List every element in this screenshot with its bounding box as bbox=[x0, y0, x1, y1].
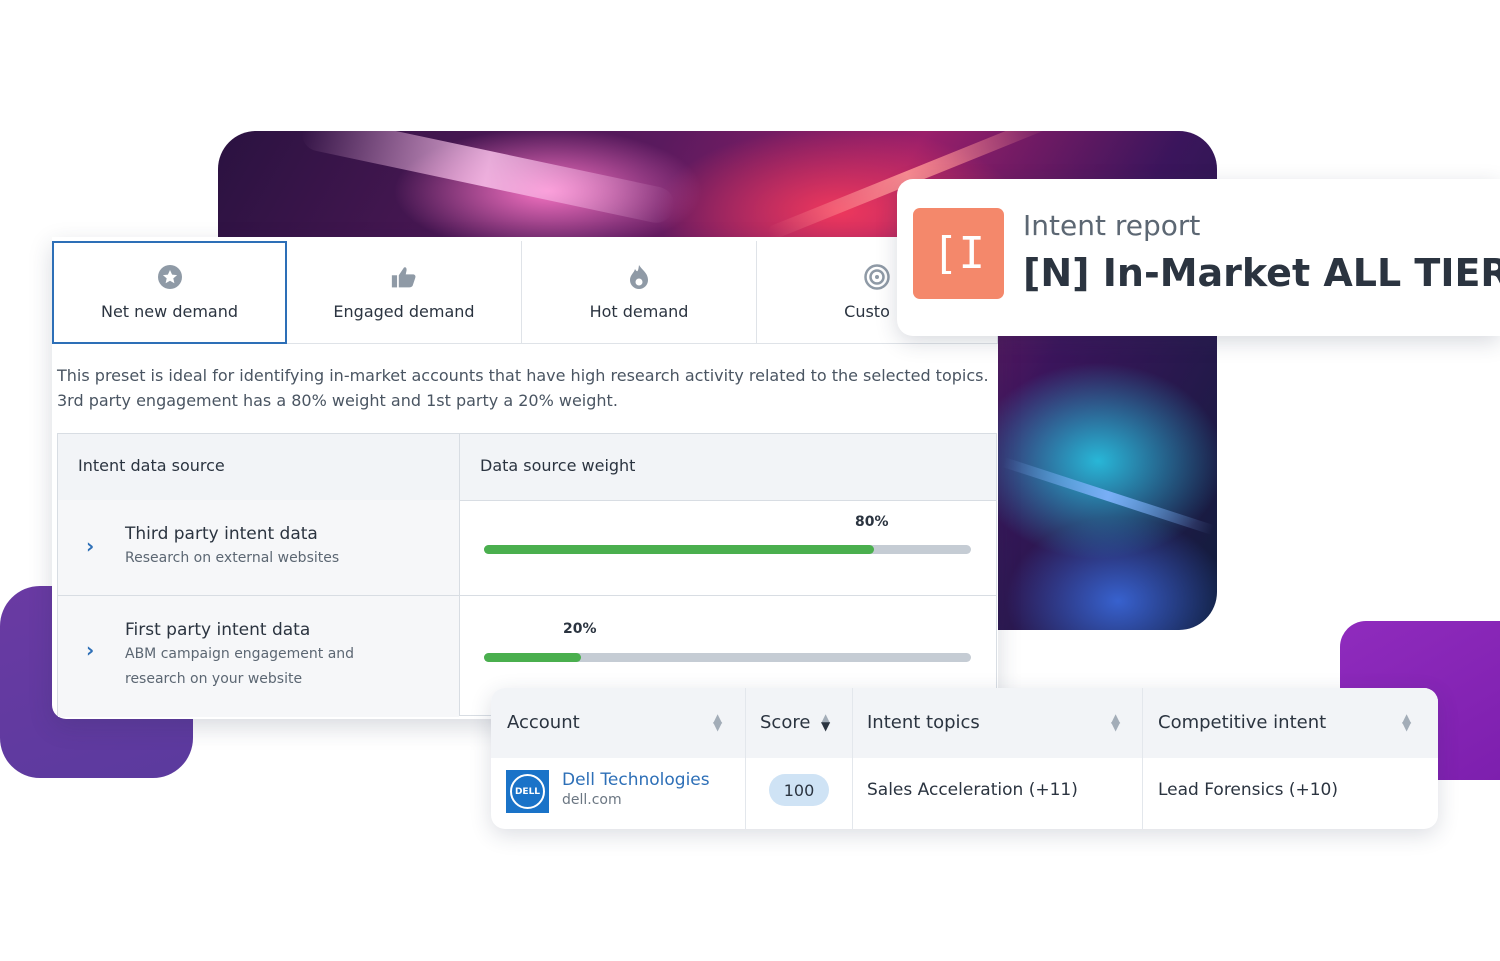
intent-topics-value[interactable]: Sales Acceleration (+11) bbox=[867, 780, 1078, 800]
column-header-competitive-intent[interactable]: Competitive intent bbox=[1158, 712, 1326, 733]
source-subtitle: ABM campaign engagement and research on … bbox=[125, 646, 355, 687]
intent-report-card: [I Intent report [N] In-Market ALL TIERS bbox=[897, 179, 1500, 336]
report-subtitle: Intent report bbox=[1023, 209, 1201, 242]
account-name-link[interactable]: Dell Technologies bbox=[562, 770, 710, 790]
tab-label: Engaged demand bbox=[333, 301, 475, 321]
column-header-weight: Data source weight bbox=[480, 456, 636, 475]
source-title: First party intent data bbox=[125, 620, 311, 640]
tab-label: Custo bbox=[844, 301, 890, 321]
intent-sources-table: Intent data source Data source weight › … bbox=[57, 433, 997, 717]
table-row[interactable]: › Third party intent data Research on ex… bbox=[58, 500, 996, 596]
star-icon bbox=[157, 264, 183, 290]
source-subtitle: Research on external websites bbox=[125, 550, 340, 566]
sort-icon[interactable]: ▲ ▼ bbox=[1111, 712, 1120, 732]
weight-progress-fill bbox=[484, 545, 874, 554]
tab-engaged-demand[interactable]: Engaged demand bbox=[287, 241, 522, 344]
weight-label: 80% bbox=[855, 514, 889, 530]
column-header-intent-topics[interactable]: Intent topics bbox=[867, 712, 980, 733]
sort-icon[interactable]: ▲ ▼ bbox=[821, 712, 830, 732]
account-domain: dell.com bbox=[562, 792, 622, 808]
report-title: [N] In-Market ALL TIERS bbox=[1023, 251, 1500, 295]
thumbs-up-icon bbox=[391, 264, 417, 290]
flame-icon bbox=[626, 264, 652, 290]
tab-hot-demand[interactable]: Hot demand bbox=[522, 241, 757, 344]
column-header-source: Intent data source bbox=[78, 456, 225, 475]
company-logo: DELL bbox=[506, 770, 549, 813]
tab-net-new-demand[interactable]: Net new demand bbox=[52, 241, 287, 344]
preset-tabs: Net new demand Engaged demand Hot demand… bbox=[52, 241, 998, 344]
report-logo: [I bbox=[913, 208, 1004, 299]
sort-icon[interactable]: ▲ ▼ bbox=[713, 712, 722, 732]
weight-progress-bar bbox=[484, 653, 971, 662]
weight-progress-bar bbox=[484, 545, 971, 554]
target-icon bbox=[864, 263, 890, 290]
source-title: Third party intent data bbox=[125, 524, 318, 544]
column-header-account[interactable]: Account bbox=[507, 712, 580, 733]
weight-label: 20% bbox=[563, 621, 597, 637]
weight-progress-fill bbox=[484, 653, 582, 662]
sort-icon[interactable]: ▲ ▼ bbox=[1402, 712, 1411, 732]
competitive-intent-value[interactable]: Lead Forensics (+10) bbox=[1158, 780, 1338, 800]
chevron-right-icon[interactable]: › bbox=[86, 536, 100, 556]
score-badge: 100 bbox=[769, 774, 829, 806]
column-header-score[interactable]: Score bbox=[760, 712, 810, 733]
tab-label: Hot demand bbox=[589, 301, 689, 321]
accounts-table: Account ▲ ▼ Score ▲ ▼ Intent topics ▲ ▼ Com… bbox=[491, 688, 1438, 829]
intent-preset-card: Net new demand Engaged demand Hot demand… bbox=[52, 237, 998, 719]
chevron-right-icon[interactable]: › bbox=[86, 640, 100, 660]
preset-description: This preset is ideal for identifying in-… bbox=[57, 366, 989, 410]
tab-label: Net new demand bbox=[100, 302, 238, 321]
